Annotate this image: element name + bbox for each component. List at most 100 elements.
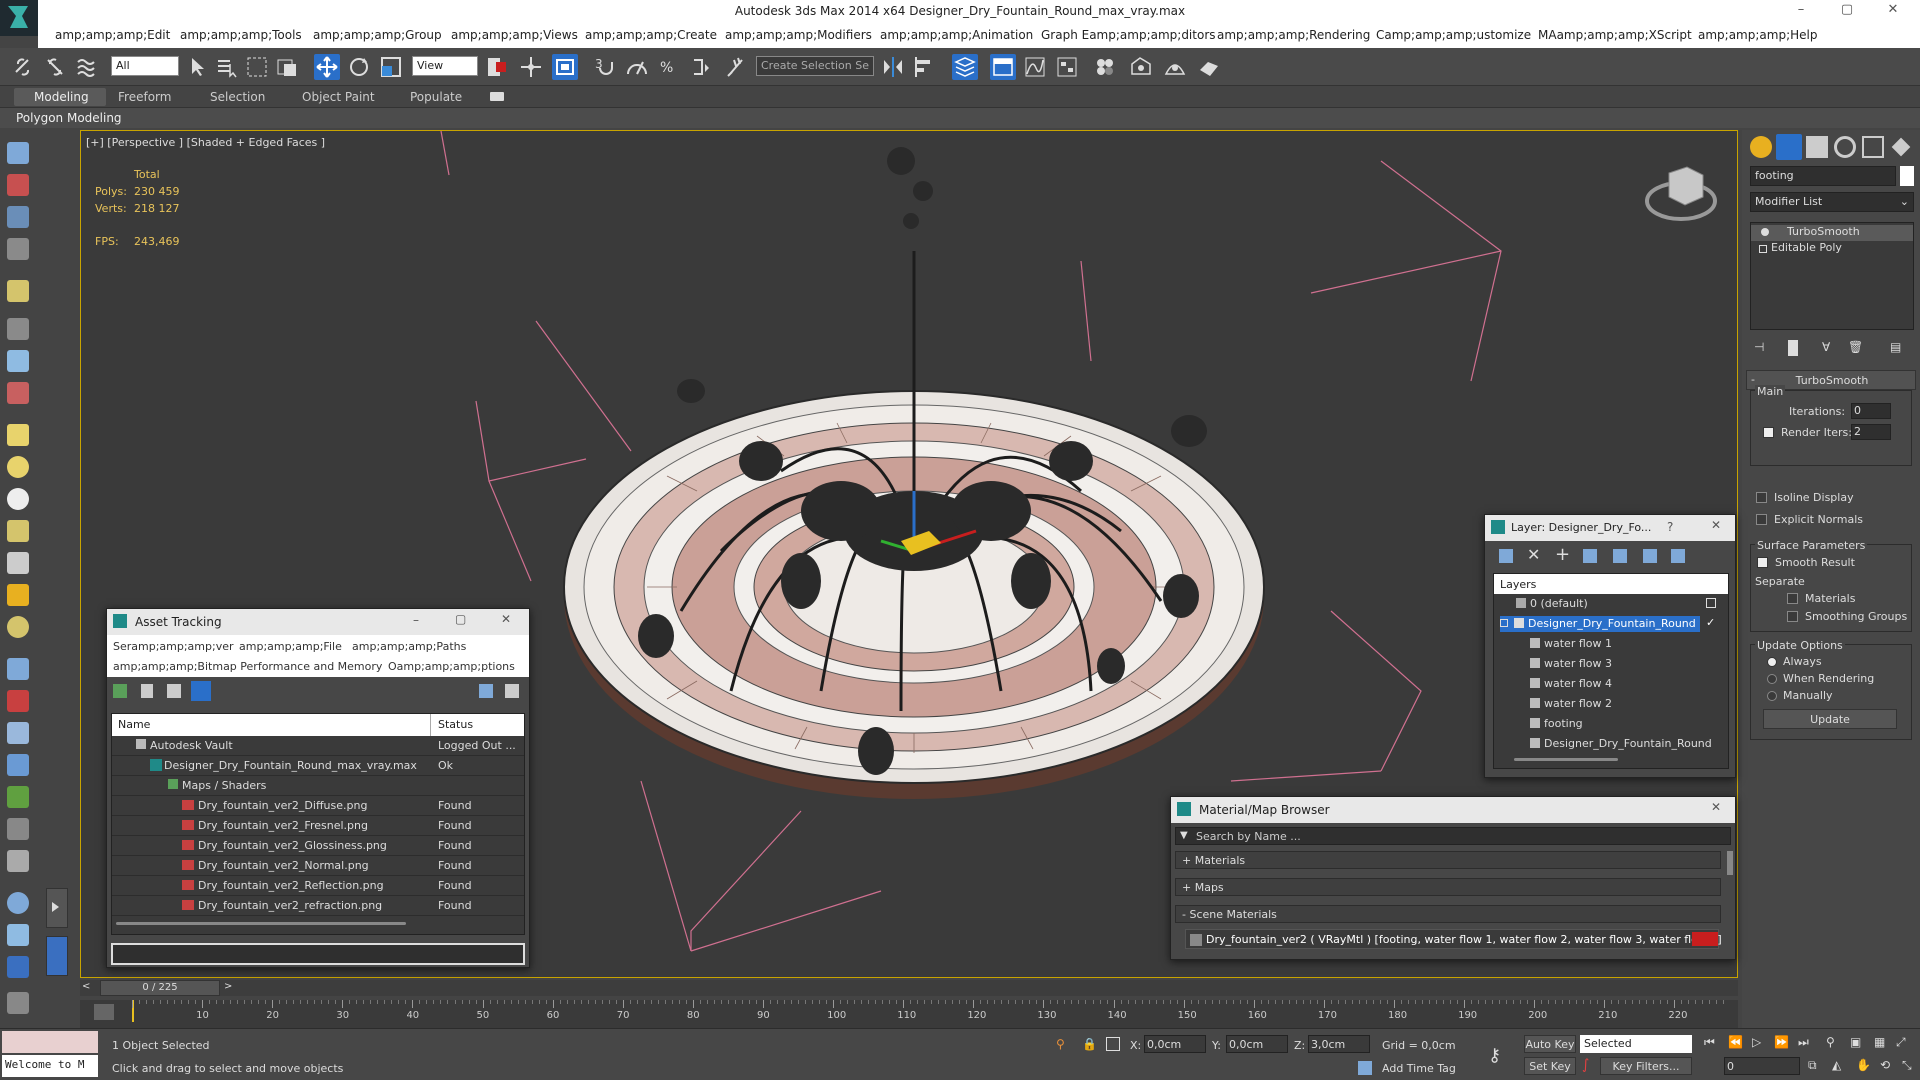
track-bar[interactable]: 10 20 30 40 50 60 70 80 90 100 110 120 130 140 150 160 1… (80, 1000, 1738, 1028)
horizontal-scrollbar[interactable] (116, 922, 406, 925)
orbit-icon[interactable]: ⟲ (1880, 1058, 1890, 1072)
chevron-down-icon[interactable]: ▼ (1180, 830, 1188, 841)
configure-sets-icon[interactable]: ▤ (1890, 340, 1901, 354)
layer-row-object[interactable]: Designer_Dry_Fountain_Round (1494, 734, 1728, 754)
edit-named-selection-icon[interactable] (724, 54, 750, 80)
scene-materials-section[interactable]: - Scene Materials (1175, 905, 1721, 923)
key-mode-dropdown[interactable]: Selected (1580, 1035, 1692, 1053)
stack-item-editable-poly[interactable]: Editable Poly (1751, 241, 1913, 257)
camera-icon[interactable] (7, 318, 29, 340)
pivot-center-icon[interactable] (484, 54, 510, 80)
teapot-icon[interactable] (7, 616, 29, 638)
named-selection-sets-dropdown[interactable]: Create Selection Se (756, 56, 874, 76)
menu-maxscript[interactable]: MAamp;amp;amp;XScript (1538, 28, 1692, 42)
add-time-tag[interactable]: Add Time Tag (1382, 1062, 1456, 1075)
go-to-start-icon[interactable]: ⏮ (1704, 1035, 1715, 1050)
table-icon[interactable] (7, 238, 29, 260)
expand-box-icon[interactable] (1500, 619, 1508, 627)
y-coordinate-field[interactable]: 0,0cm (1226, 1035, 1288, 1053)
play-icon[interactable]: ▷ (1752, 1035, 1761, 1049)
schematic-view-icon[interactable] (1054, 54, 1080, 80)
update-button[interactable]: Update (1763, 709, 1897, 729)
command-icon[interactable] (7, 956, 29, 978)
bind-space-warp-icon[interactable] (74, 54, 100, 80)
lightbulb-icon[interactable] (1761, 228, 1769, 236)
menu-views[interactable]: amp;amp;amp;Views (451, 28, 578, 42)
layer-row-object[interactable]: water flow 3 (1494, 654, 1728, 674)
select-object-icon[interactable] (184, 54, 210, 80)
minimize-icon[interactable]: – (413, 613, 419, 627)
next-frame-icon[interactable]: ⏩ (1774, 1035, 1789, 1049)
angle-snap-icon[interactable] (624, 54, 650, 80)
maps-section[interactable]: + Maps (1175, 878, 1721, 896)
unlink-icon[interactable] (42, 54, 68, 80)
rendered-frame-window-icon[interactable] (1162, 54, 1188, 80)
col-status-header[interactable]: Status (438, 718, 473, 731)
foliage-icon[interactable] (7, 786, 29, 808)
bones-icon[interactable] (7, 690, 29, 712)
object-name-field[interactable]: footing (1750, 166, 1896, 186)
materials-checkbox[interactable] (1787, 593, 1798, 604)
time-slider-thumb[interactable]: 0 / 225 (100, 980, 220, 996)
rotate-icon[interactable] (346, 54, 372, 80)
hierarchy-tab-icon[interactable] (1806, 136, 1828, 158)
render-production-icon[interactable] (1196, 54, 1222, 80)
tab-modeling[interactable]: Modeling (14, 88, 106, 106)
helper-icon[interactable] (7, 350, 29, 372)
biped-icon[interactable] (7, 722, 29, 744)
render-icon[interactable] (7, 174, 29, 196)
scale-icon[interactable] (378, 54, 404, 80)
utilities-tab-icon[interactable] (1891, 137, 1911, 157)
z-coordinate-field[interactable]: 3,0cm (1308, 1035, 1370, 1053)
set-key-button[interactable]: Set Key (1524, 1057, 1576, 1075)
table-row[interactable]: Dry_fountain_ver2_refraction.png Found (112, 896, 524, 916)
hair-icon[interactable] (7, 818, 29, 840)
layer-row-object[interactable]: water flow 2 (1494, 694, 1728, 714)
explicit-normals-checkbox[interactable] (1756, 514, 1767, 525)
close-icon[interactable]: ✕ (501, 612, 511, 626)
zoom-all-icon[interactable]: ▣ (1850, 1035, 1861, 1049)
sun-icon[interactable] (7, 584, 29, 606)
menu-graph-editors[interactable]: Graph Eamp;amp;amp;ditors (1041, 28, 1216, 42)
box-icon[interactable] (7, 424, 29, 446)
mini-curve-editor-icon[interactable] (94, 1004, 114, 1020)
layer-row-fountain[interactable]: Designer_Dry_Fountain_Round ✓ (1494, 614, 1728, 634)
col-name-header[interactable]: Name (118, 718, 150, 731)
maximize-button[interactable]: ▢ (1832, 2, 1862, 22)
menu-group[interactable]: amp;amp;amp;Group (313, 28, 442, 42)
select-by-name-icon[interactable] (214, 54, 240, 80)
maximize-toggle-icon[interactable]: ⤡ (1902, 1058, 1912, 1073)
align-icon[interactable] (912, 54, 938, 80)
current-layer-box-icon[interactable] (1706, 598, 1716, 608)
materials-section[interactable]: + Materials (1175, 851, 1721, 869)
go-to-end-icon[interactable]: ⏭ (1798, 1035, 1809, 1050)
tab-freeform[interactable]: Freeform (118, 90, 171, 104)
delete-layer-icon[interactable]: ✕ (1527, 545, 1540, 564)
maximize-icon[interactable]: ▢ (455, 612, 466, 626)
menu-customize[interactable]: Camp;amp;amp;ustomize (1376, 28, 1531, 42)
mirror-icon[interactable] (880, 54, 906, 80)
tab-populate[interactable]: Populate (410, 90, 462, 104)
rect-selection-region-icon[interactable] (244, 54, 270, 80)
settings-icon[interactable] (505, 684, 519, 698)
select-manipulate-icon[interactable] (518, 54, 544, 80)
table-row[interactable]: Designer_Dry_Fountain_Round_max_vray.max… (112, 756, 524, 776)
scene-material-item[interactable]: Dry_fountain_ver2 ( VRayMtl ) [footing, … (1185, 929, 1722, 949)
hide-all-icon[interactable] (1643, 549, 1657, 563)
table-row[interactable]: Dry_fountain_ver2_Glossiness.png Found (112, 836, 524, 856)
time-slider[interactable]: < 0 / 225 > (80, 980, 1738, 996)
link-icon[interactable] (10, 54, 36, 80)
horizontal-scrollbar[interactable] (1514, 758, 1618, 761)
torus-icon[interactable] (7, 520, 29, 542)
key-filters-button[interactable]: Key Filters... (1600, 1057, 1692, 1075)
percent-snap-icon[interactable]: % (656, 54, 682, 80)
tools-icon[interactable] (7, 206, 29, 228)
lock-icon[interactable]: 🔒 (1082, 1037, 1097, 1051)
menu-file[interactable]: amp;amp;amp;File (239, 640, 342, 653)
maximize-viewport-icon[interactable]: ⤢ (1896, 1035, 1906, 1050)
material-browser-titlebar[interactable]: Material/Map Browser ✕ (1171, 797, 1735, 823)
column-divider[interactable] (430, 714, 431, 736)
make-unique-icon[interactable]: ∀ (1822, 340, 1830, 354)
material-editor-icon[interactable] (1092, 54, 1118, 80)
asset-tracking-titlebar[interactable]: Asset Tracking – ▢ ✕ (107, 609, 529, 635)
